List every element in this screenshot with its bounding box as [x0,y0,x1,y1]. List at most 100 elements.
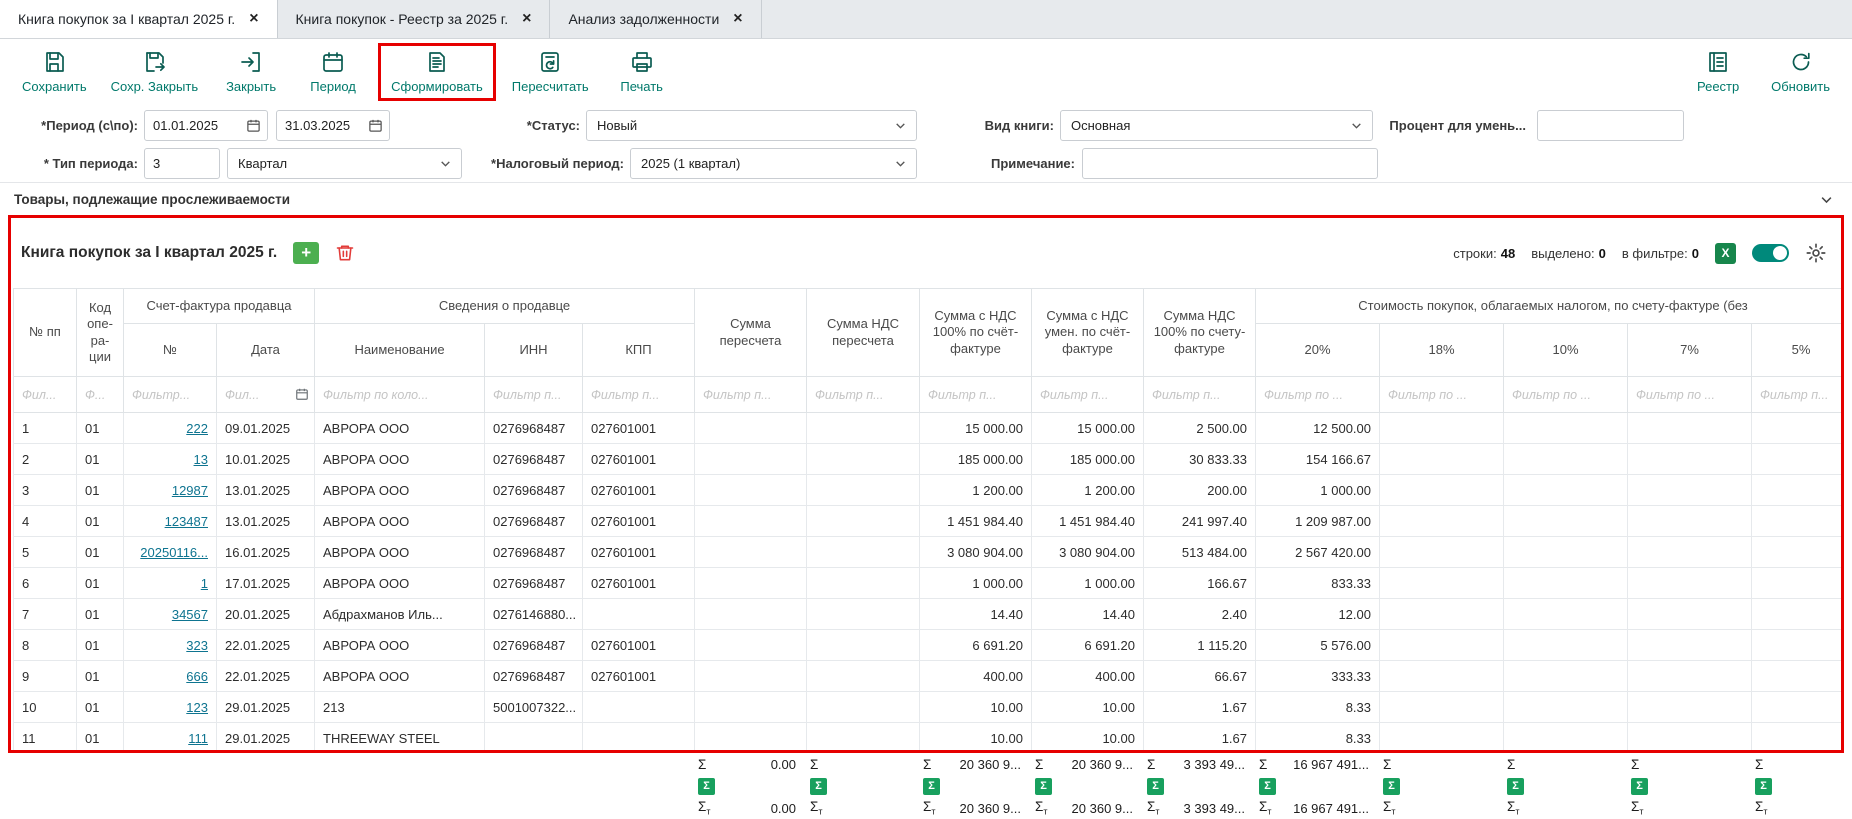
period-type-select[interactable]: Квартал [227,148,462,179]
refresh-button[interactable]: Обновить [1763,46,1838,98]
invoice-link[interactable]: 1 [201,576,208,591]
column-header[interactable]: 7% [1628,324,1752,377]
sigma-button[interactable]: Σ [1631,778,1648,795]
column-header[interactable]: Сумма с НДС умен. по счёт-фактуре [1032,289,1144,377]
tab-registry[interactable]: Книга покупок - Реестр за 2025 г. × [278,0,551,38]
sigma-button[interactable]: Σ [1755,778,1772,795]
table-row[interactable]: 601117.01.2025АВРОРА ООО0276968487027601… [14,568,1845,599]
toggle-switch[interactable] [1752,244,1789,262]
filter-input[interactable] [1756,388,1844,402]
period-button[interactable]: Период [296,46,370,98]
tax-period-select[interactable]: 2025 (1 квартал) [630,148,917,179]
table-row[interactable]: 10122209.01.2025АВРОРА ООО02769684870276… [14,413,1845,444]
invoice-link[interactable]: 323 [186,638,208,653]
filter-input[interactable] [924,388,1027,402]
print-button[interactable]: Печать [605,46,679,98]
percent-input[interactable] [1537,110,1684,141]
registry-button[interactable]: Реестр [1681,46,1755,98]
chevron-down-icon[interactable] [1819,192,1834,207]
tab-purchase-book[interactable]: Книга покупок за I квартал 2025 г. × [0,0,278,38]
table-row[interactable]: 7013456720.01.2025Абдрахманов Иль...0276… [14,599,1845,630]
column-header[interactable]: № пп [14,289,77,377]
invoice-link[interactable]: 666 [186,669,208,684]
column-header[interactable]: Сумма пересчета [695,289,807,377]
table-row[interactable]: 3011298713.01.2025АВРОРА ООО027696848702… [14,475,1845,506]
book-type-select[interactable]: Основная [1060,110,1373,141]
invoice-link[interactable]: 13 [194,452,208,467]
table-row[interactable]: 80132322.01.2025АВРОРА ООО02769684870276… [14,630,1845,661]
filter-input[interactable] [319,388,480,402]
filter-input[interactable] [1632,388,1747,402]
filter-input[interactable] [1036,388,1139,402]
filter-input[interactable] [18,388,72,402]
column-group-invoice[interactable]: Счет-фактура продавца [124,289,315,324]
column-header[interactable]: ИНН [485,324,583,377]
column-header[interactable]: Сумма НДС пересчета [807,289,920,377]
calendar-icon[interactable] [246,118,261,133]
calendar-icon[interactable] [295,387,309,401]
column-header[interactable]: Сумма НДС 100% по счету-фактуре [1144,289,1256,377]
sigma-button[interactable]: Σ [698,778,715,795]
column-header[interactable]: 18% [1380,324,1504,377]
sigma-button[interactable]: Σ [923,778,940,795]
table-row[interactable]: 90166622.01.2025АВРОРА ООО02769684870276… [14,661,1845,692]
table-row[interactable]: 40112348713.01.2025АВРОРА ООО02769684870… [14,506,1845,537]
invoice-link[interactable]: 111 [188,731,208,746]
column-header[interactable]: № [124,324,217,377]
tab-close-icon[interactable]: × [249,11,258,27]
filter-input[interactable] [128,388,212,402]
filter-input[interactable] [587,388,690,402]
add-row-button[interactable]: + [293,242,319,264]
period-type-num-input[interactable] [144,148,220,179]
column-header[interactable]: Дата [217,324,315,377]
invoice-link[interactable]: 12987 [172,483,208,498]
sigma-button[interactable]: Σ [1507,778,1524,795]
sigma-button[interactable]: Σ [1147,778,1164,795]
close-button[interactable]: Закрыть [214,46,288,98]
filter-input[interactable] [1508,388,1623,402]
table-row[interactable]: 50120250116...16.01.2025АВРОРА ООО027696… [14,537,1845,568]
filter-input[interactable] [1148,388,1251,402]
invoice-link[interactable]: 222 [186,421,208,436]
traceable-goods-section-header[interactable]: Товары, подлежащие прослеживаемости [8,187,1844,211]
column-header[interactable]: Сумма с НДС 100% по счёт-фактуре [920,289,1032,377]
save-button[interactable]: Сохранить [14,46,95,98]
tab-close-icon[interactable]: × [733,11,742,27]
table-row[interactable]: 2011310.01.2025АВРОРА ООО027696848702760… [14,444,1845,475]
column-header[interactable]: Наименование [315,324,485,377]
filter-input[interactable] [1260,388,1375,402]
sigma-button[interactable]: Σ [810,778,827,795]
excel-export-icon[interactable]: X [1715,243,1736,264]
filter-input[interactable] [489,388,578,402]
tab-debt-analysis[interactable]: Анализ задолженности × [550,0,761,38]
filter-input[interactable] [1384,388,1499,402]
filter-input[interactable] [699,388,802,402]
delete-row-button[interactable] [335,243,355,263]
settings-gear-icon[interactable] [1805,242,1827,264]
column-header[interactable]: Код опе-ра-ции [77,289,124,377]
generate-button[interactable]: Сформировать [383,46,491,98]
sigma-button[interactable]: Σ [1259,778,1276,795]
column-header[interactable]: КПП [583,324,695,377]
recalculate-button[interactable]: Пересчитать [504,46,597,98]
note-input[interactable] [1082,148,1378,179]
calendar-icon[interactable] [368,118,383,133]
invoice-link[interactable]: 123 [186,700,208,715]
table-row[interactable]: 100112329.01.20252135001007322...10.0010… [14,692,1845,723]
filter-input[interactable] [81,388,119,402]
sigma-button[interactable]: Σ [1035,778,1052,795]
invoice-link[interactable]: 123487 [165,514,208,529]
column-group-seller[interactable]: Сведения о продавце [315,289,695,324]
sigma-button[interactable]: Σ [1383,778,1400,795]
filter-input[interactable] [811,388,915,402]
invoice-link[interactable]: 20250116... [140,545,208,560]
column-group-cost[interactable]: Стоимость покупок, облагаемых налогом, п… [1256,289,1845,324]
column-header[interactable]: 10% [1504,324,1628,377]
save-close-button[interactable]: Сохр. Закрыть [103,46,207,98]
status-select[interactable]: Новый [586,110,917,141]
tab-close-icon[interactable]: × [522,11,531,27]
invoice-link[interactable]: 34567 [172,607,208,622]
column-header[interactable]: 5% [1752,324,1845,377]
table-row[interactable]: 110111129.01.2025THREEWAY STEEL10.0010.0… [14,723,1845,754]
column-header[interactable]: 20% [1256,324,1380,377]
